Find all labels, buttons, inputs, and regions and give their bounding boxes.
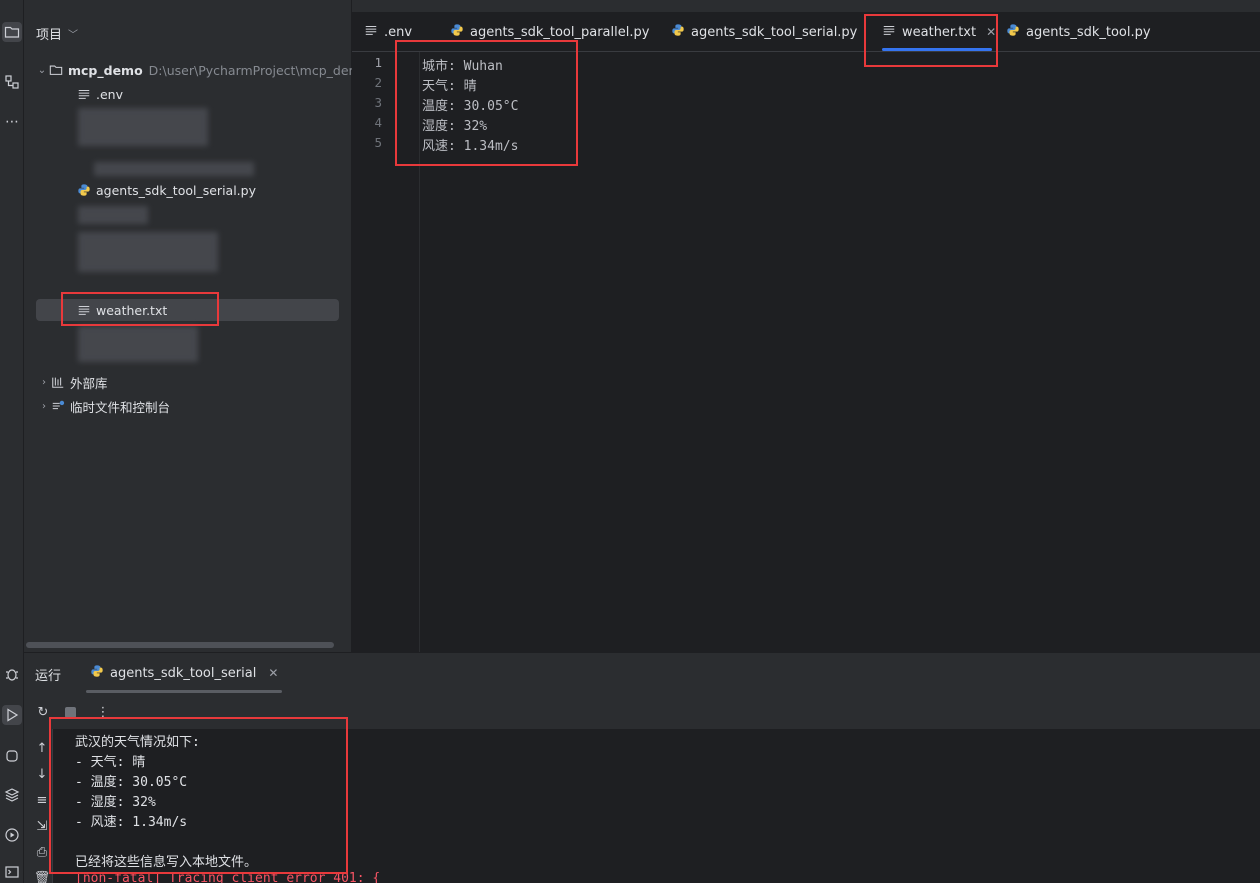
chevron-down-icon: ⌄ bbox=[37, 64, 47, 76]
blurred-file-entries bbox=[94, 162, 254, 176]
rerun-icon[interactable]: ↻ bbox=[34, 703, 52, 721]
structure-icon[interactable] bbox=[2, 72, 22, 92]
code-editor[interactable]: 城市: Wuhan 天气: 晴 温度: 30.05°C 湿度: 32% 风速: … bbox=[420, 52, 1260, 652]
services-icon[interactable] bbox=[2, 825, 22, 845]
terminal-icon[interactable] bbox=[2, 862, 22, 882]
soft-wrap-icon[interactable]: ≡ bbox=[33, 791, 51, 809]
tab-env[interactable]: .env bbox=[364, 12, 412, 52]
run-console-output[interactable]: 武汉的天气情况如下: - 天气: 晴 - 温度: 30.05°C - 湿度: 3… bbox=[52, 729, 1260, 883]
tab-label: agents_sdk_tool_parallel.py bbox=[470, 24, 650, 40]
close-icon[interactable]: ✕ bbox=[986, 25, 996, 39]
tree-file-weather-txt[interactable]: weather.txt bbox=[36, 299, 339, 321]
line-number: 1 bbox=[374, 55, 382, 70]
tree-file-agents-sdk-tool-serial[interactable]: agents_sdk_tool_serial.py bbox=[76, 179, 256, 201]
text-file-icon bbox=[882, 23, 896, 41]
line-number: 5 bbox=[374, 135, 382, 150]
scratch-icon bbox=[50, 398, 66, 414]
text-file-icon bbox=[76, 86, 92, 102]
root-folder-name: mcp_demo bbox=[68, 62, 143, 78]
editor-gutter: 1 2 3 4 5 bbox=[352, 52, 420, 652]
layers-icon[interactable] bbox=[2, 785, 22, 805]
line-number: 4 bbox=[374, 115, 382, 130]
blurred-file-entries bbox=[78, 326, 198, 362]
group-name: 外部库 bbox=[70, 375, 108, 391]
scroll-to-end-icon[interactable]: ⇲ bbox=[33, 817, 51, 835]
print-icon[interactable]: ⎙ bbox=[33, 843, 51, 861]
tab-label: agents_sdk_tool_serial.py bbox=[691, 24, 858, 40]
project-panel-header[interactable]: 项目 ﹀ bbox=[36, 24, 78, 43]
tab-label: .env bbox=[384, 24, 413, 40]
code-line[interactable]: 风速: 1.34m/s bbox=[422, 135, 518, 154]
code-line[interactable]: 城市: Wuhan bbox=[422, 55, 503, 74]
run-panel: 运行 agents_sdk_tool_serial ✕ ↻ ⋮ ↑ ↓ ≡ ⇲ … bbox=[24, 652, 1260, 883]
run-tool-icon[interactable] bbox=[2, 705, 22, 725]
group-name: 临时文件和控制台 bbox=[70, 399, 171, 415]
trash-icon[interactable]: 🗑 bbox=[33, 869, 51, 883]
code-line[interactable]: 湿度: 32% bbox=[422, 115, 487, 134]
python-packages-icon[interactable] bbox=[2, 746, 22, 766]
blurred-file-entries bbox=[78, 206, 148, 224]
console-line: - 温度: 30.05°C bbox=[75, 775, 188, 790]
tab-label: agents_sdk_tool.py bbox=[1026, 24, 1151, 40]
stop-icon[interactable] bbox=[61, 703, 79, 721]
run-panel-title: 运行 bbox=[35, 669, 62, 684]
code-line[interactable]: 天气: 晴 bbox=[422, 75, 477, 94]
console-side-toolbar: ↑ ↓ ≡ ⇲ ⎙ 🗑 bbox=[24, 729, 52, 883]
python-file-icon bbox=[90, 664, 104, 682]
python-file-icon bbox=[1006, 23, 1020, 41]
run-tab-agents-sdk-tool-serial[interactable]: agents_sdk_tool_serial ✕ bbox=[84, 653, 284, 693]
tab-agents-sdk-tool-parallel[interactable]: agents_sdk_tool_parallel.py bbox=[450, 12, 649, 52]
run-toolbar: ↻ ⋮ bbox=[24, 699, 1260, 729]
root-folder-path: D:\user\PycharmProject\mcp_demo bbox=[148, 62, 369, 78]
text-file-icon bbox=[76, 302, 92, 318]
file-name: agents_sdk_tool_serial.py bbox=[96, 182, 256, 198]
text-file-icon bbox=[364, 23, 378, 41]
folder-icon bbox=[48, 62, 64, 78]
python-file-icon bbox=[450, 23, 464, 41]
debug-icon[interactable] bbox=[2, 664, 22, 684]
console-line: 已经将这些信息写入本地文件。 bbox=[75, 855, 258, 870]
file-name: .env bbox=[96, 86, 123, 102]
more-tools-icon[interactable]: ⋯ bbox=[2, 112, 22, 132]
more-options-icon[interactable]: ⋮ bbox=[94, 703, 112, 721]
console-line: - 湿度: 32% bbox=[75, 795, 156, 810]
horizontal-scrollbar[interactable] bbox=[26, 642, 334, 648]
scroll-down-icon[interactable]: ↓ bbox=[33, 765, 51, 783]
python-file-icon bbox=[671, 23, 685, 41]
close-icon[interactable]: ✕ bbox=[268, 666, 278, 680]
console-line: - 天气: 晴 bbox=[75, 755, 146, 770]
line-number: 3 bbox=[374, 95, 382, 110]
console-line: 武汉的天气情况如下: bbox=[75, 735, 200, 750]
blurred-file-entries bbox=[78, 232, 218, 272]
tree-external-libraries[interactable]: › 外部库 bbox=[38, 371, 108, 393]
blurred-file-entries bbox=[78, 108, 208, 146]
library-icon bbox=[50, 374, 66, 390]
tab-agents-sdk-tool[interactable]: agents_sdk_tool.py bbox=[1006, 12, 1151, 52]
tree-scratches-and-consoles[interactable]: › 临时文件和控制台 bbox=[38, 395, 170, 417]
file-name: weather.txt bbox=[96, 302, 168, 318]
python-file-icon bbox=[76, 182, 92, 198]
line-number: 2 bbox=[374, 75, 382, 90]
project-folder-icon[interactable] bbox=[2, 22, 22, 42]
activity-bar: ⋯ bbox=[0, 0, 24, 883]
scroll-up-icon[interactable]: ↑ bbox=[33, 739, 51, 757]
tree-file-env[interactable]: .env bbox=[76, 83, 123, 105]
tab-weather-txt[interactable]: weather.txt ✕ bbox=[878, 12, 996, 52]
tab-agents-sdk-tool-serial[interactable]: agents_sdk_tool_serial.py bbox=[671, 12, 857, 52]
chevron-down-icon: ﹀ bbox=[68, 30, 79, 41]
chevron-right-icon: › bbox=[42, 376, 46, 388]
console-line: - 风速: 1.34m/s bbox=[75, 815, 188, 830]
project-panel-title: 项目 bbox=[36, 28, 63, 43]
editor-tab-bar: .env agents_sdk_tool_parallel.py agents_… bbox=[352, 12, 1260, 52]
tree-root-folder[interactable]: ⌄ mcp_demo D:\user\PycharmProject\mcp_de… bbox=[36, 59, 369, 81]
console-error-line: [non-fatal] Tracing client error 401: { bbox=[75, 871, 381, 883]
chevron-right-icon: › bbox=[42, 400, 46, 412]
project-panel: 项目 ﹀ ⌄ mcp_demo D:\user\PycharmProject\m… bbox=[24, 0, 368, 652]
tab-label: weather.txt bbox=[902, 24, 977, 40]
code-line[interactable]: 温度: 30.05°C bbox=[422, 95, 518, 114]
run-tab-label: agents_sdk_tool_serial bbox=[110, 665, 257, 681]
